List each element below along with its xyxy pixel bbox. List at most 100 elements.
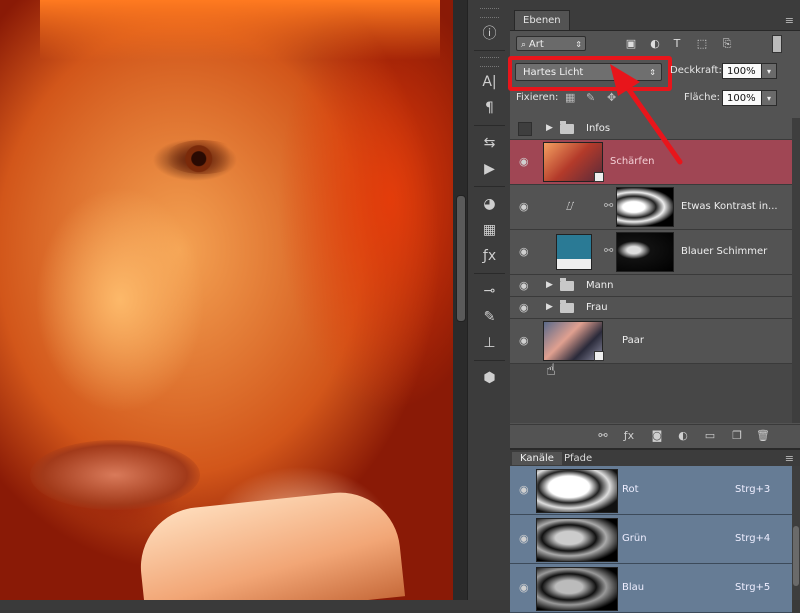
layer-row-paar[interactable]: ◉ Paar [510,319,792,364]
filter-pixel-icon[interactable]: ▣ [624,37,638,50]
blend-mode-select[interactable]: Hartes Licht ⇕ [508,56,672,91]
filter-kind-label: Art [528,39,544,50]
new-group-icon[interactable]: ▭ [703,429,717,443]
dock-grip[interactable] [480,57,499,67]
actions-play-icon[interactable]: ▶ [477,158,503,180]
channels-scroll-thumb[interactable] [793,526,799,586]
channel-thumbnail [536,567,618,611]
layer-name: Schärfen [610,156,655,167]
color-palette-icon[interactable]: ◕ [477,193,503,215]
lock-transparent-icon[interactable]: ▦ [565,92,577,104]
fill-dropdown-icon[interactable]: ▾ [761,90,777,106]
curves-adjustment-icon: ⌰ [566,199,574,213]
expand-triangle-icon[interactable]: ▶ [546,123,553,133]
filter-adjustment-icon[interactable]: ◐ [648,37,662,50]
canvas-scrollbar[interactable] [453,0,467,600]
filter-smartobject-icon[interactable]: ⎘ [720,37,734,50]
eye-icon[interactable]: ◉ [519,156,533,168]
expand-triangle-icon[interactable]: ▶ [546,280,553,290]
opacity-label: Deckkraft: [670,65,722,76]
layer-row-mann[interactable]: ◉ ▶ Mann [510,275,792,297]
channel-shortcut: Strg+4 [735,533,771,544]
eye-icon[interactable]: ◉ [519,201,533,213]
3d-icon[interactable]: ⬢ [477,367,503,389]
layer-name: Etwas Kontrast in... [681,201,778,212]
opacity-dropdown-icon[interactable]: ▾ [761,63,777,79]
channel-thumbnail [536,469,618,513]
expand-triangle-icon[interactable]: ▶ [546,302,553,312]
canvas-lips [30,440,200,510]
eye-icon[interactable]: ◉ [519,484,533,496]
eye-icon[interactable]: ◉ [519,582,533,594]
hand-cursor-icon: ☝ [546,360,556,379]
character-icon[interactable]: A| [477,71,503,93]
layer-name: Infos [586,123,611,134]
channel-name: Blau [622,582,645,593]
layer-row-frau[interactable]: ◉ ▶ Frau [510,297,792,319]
eye-icon[interactable]: ◉ [519,533,533,545]
info-icon[interactable]: ⓘ [477,22,503,44]
tab-channels[interactable]: Kanäle [512,452,562,465]
layer-row-blauer-schimmer[interactable]: ◉ ⚯ Blauer Schimmer [510,230,792,275]
layer-row-schaerfen[interactable]: ◉ Schärfen [510,140,792,185]
smart-object-icon [594,351,604,361]
layer-row-kontrast[interactable]: ◉ ⌰ ⚯ Etwas Kontrast in... [510,185,792,230]
fill-label: Fläche: [684,92,721,103]
fill-layer-thumbnail [556,234,592,270]
lock-pixels-icon[interactable]: ✎ [586,92,598,104]
smart-object-icon [594,172,604,182]
add-mask-icon[interactable]: ◙ [650,429,664,443]
layer-filter-row: ⌕ Art ⇕ ▣ ◐ T ⬚ ⎘ [510,31,800,57]
filter-shape-icon[interactable]: ⬚ [695,37,709,50]
layer-mask-thumbnail [616,187,674,227]
layer-row-infos[interactable]: ▶ Infos [510,118,792,140]
panel-menu-icon[interactable]: ≡ [785,14,794,27]
panel-menu-icon[interactable]: ≡ [785,452,794,465]
dock-grip[interactable] [480,8,499,18]
fill-input[interactable]: 100% [722,90,762,106]
eye-icon[interactable]: ◉ [519,280,533,292]
document-canvas[interactable] [0,0,453,600]
tab-layers[interactable]: Ebenen [514,10,570,30]
tab-paths[interactable]: Pfade [556,452,600,465]
chain-link-icon[interactable]: ⚯ [604,199,613,212]
dock-divider [474,273,505,274]
layer-name: Frau [586,302,608,313]
canvas-scroll-thumb[interactable] [456,195,466,322]
filter-toggle[interactable] [772,35,782,53]
paragraph-icon[interactable]: ¶ [477,97,503,119]
search-icon: ⌕ [521,40,529,50]
brush-presets-icon[interactable]: ⊸ [477,280,503,302]
swatches-icon[interactable]: ▦ [477,219,503,241]
lock-position-icon[interactable]: ✥ [607,92,619,104]
channels-scrollbar[interactable] [792,466,800,600]
clone-source-icon[interactable]: ⊥ [477,332,503,354]
styles-fx-icon[interactable]: ƒx [477,245,503,267]
canvas-hair [40,0,440,60]
fx-icon[interactable]: ƒx [622,429,636,443]
folder-icon [560,278,574,291]
channel-row-green[interactable]: ◉ Grün Strg+4 [510,515,792,564]
trash-icon[interactable]: 🗑 [756,429,770,443]
folder-icon [560,121,574,134]
eye-icon[interactable]: ◉ [519,335,533,347]
layers-scrollbar[interactable] [792,118,800,423]
adjustment-layer-icon[interactable]: ◐ [676,429,690,443]
channel-name: Grün [622,533,647,544]
canvas-finger [134,486,406,600]
chain-link-icon[interactable]: ⚯ [604,244,613,257]
channel-row-blue[interactable]: ◉ Blau Strg+5 [510,564,792,613]
history-icon[interactable]: ⇆ [477,132,503,154]
link-layers-icon[interactable]: ⚯ [596,429,610,443]
channel-row-red[interactable]: ◉ Rot Strg+3 [510,466,792,515]
opacity-input[interactable]: 100% [722,63,762,79]
channels-list[interactable]: ◉ Rot Strg+3 ◉ Grün Strg+4 ◉ Blau Strg+5 [510,466,792,613]
eye-icon[interactable]: ◉ [519,246,533,258]
eye-icon[interactable]: ◉ [519,302,533,314]
filter-type-icon[interactable]: T [670,37,684,50]
tool-presets-icon[interactable]: ✎ [477,306,503,328]
visibility-toggle-empty[interactable] [518,122,532,136]
new-layer-icon[interactable]: ❐ [730,429,744,443]
annotation-highlight-box [508,56,672,91]
filter-kind-select[interactable]: ⌕ Art ⇕ [516,36,586,51]
